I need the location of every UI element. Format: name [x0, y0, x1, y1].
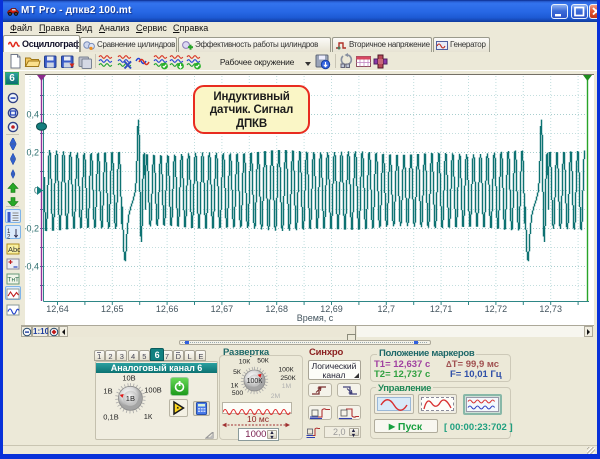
- svg-text:50К: 50К: [257, 358, 269, 365]
- svg-text:12,68: 12,68: [265, 304, 288, 314]
- svg-text:1К: 1К: [231, 383, 239, 390]
- svg-text:12,73: 12,73: [539, 304, 562, 314]
- svg-text:0,1В: 0,1В: [103, 413, 118, 422]
- svg-text:2: 2: [7, 234, 11, 239]
- svg-text:1М: 1М: [282, 383, 292, 390]
- svg-text:12,64: 12,64: [46, 304, 69, 314]
- svg-text:-0,4: -0,4: [25, 262, 39, 272]
- svg-text:12,65: 12,65: [101, 304, 124, 314]
- svg-text:12,72: 12,72: [485, 304, 508, 314]
- svg-text:12,7: 12,7: [378, 304, 396, 314]
- svg-text:Время, с: Время, с: [297, 313, 334, 323]
- svg-text:0,2: 0,2: [26, 148, 39, 158]
- svg-text:100К: 100К: [247, 378, 264, 385]
- svg-text:100В: 100В: [144, 386, 162, 395]
- svg-text:500: 500: [232, 390, 244, 397]
- svg-text:1В: 1В: [103, 387, 112, 396]
- svg-text:10К: 10К: [239, 359, 251, 366]
- svg-text:1К: 1К: [144, 412, 153, 421]
- svg-text:0,4: 0,4: [26, 110, 39, 120]
- svg-text:12,67: 12,67: [211, 304, 234, 314]
- svg-text:12,71: 12,71: [430, 304, 453, 314]
- svg-text:100К: 100К: [278, 367, 293, 374]
- svg-text:-0,2: -0,2: [25, 224, 39, 234]
- svg-text:1В: 1В: [126, 394, 135, 403]
- svg-text:12,66: 12,66: [156, 304, 179, 314]
- svg-text:250К: 250К: [280, 375, 295, 382]
- svg-text:ТнТ: ТнТ: [8, 277, 20, 284]
- svg-text:10В: 10В: [122, 374, 135, 383]
- svg-text:2М: 2М: [271, 393, 281, 400]
- svg-text:Abc: Abc: [8, 245, 20, 254]
- svg-text:5К: 5К: [233, 369, 241, 376]
